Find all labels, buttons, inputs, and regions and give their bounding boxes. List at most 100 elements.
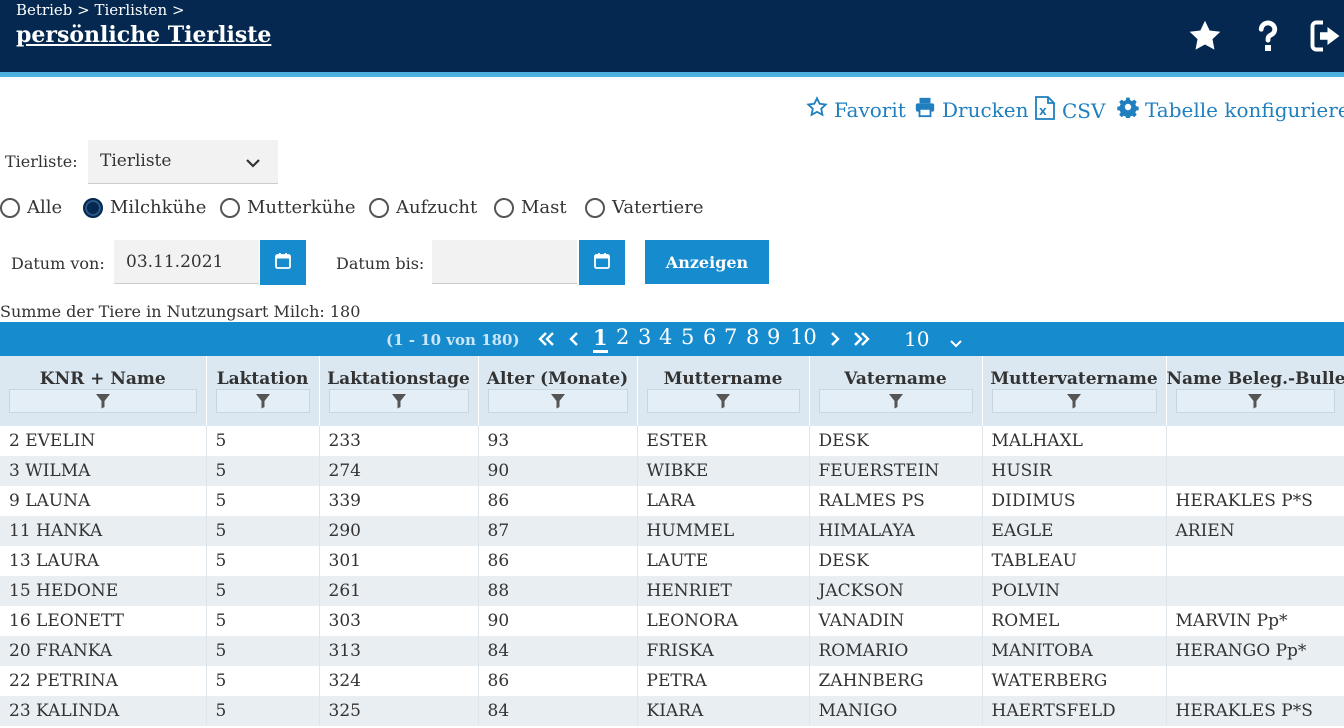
table-row[interactable]: 11 HANKA 5 290 87 HUMMEL HIMALAYA EAGLE ARIEN [0,516,1344,546]
column-header[interactable]: KNR + Name [0,356,207,426]
table-cell: 5 [206,696,320,726]
table-cell: 86 [478,666,638,696]
column-header-label[interactable]: Muttername [638,369,809,389]
column-header-label[interactable]: Name Beleg.-Bulle [1167,369,1344,389]
table-cell: MANIGO [809,696,983,726]
table-row[interactable]: 16 LEONETT 5 303 90 LEONORA VANADIN ROMEL MARVI… [0,606,1344,636]
table-cell: LEONORA [637,606,810,636]
table-row[interactable]: 9 LAUNA 5 339 86 LARA RALMES PS DIDIMUS HERAKLE… [0,486,1344,516]
column-filter[interactable] [1175,389,1335,413]
favorite-action[interactable]: Favorit [806,96,906,123]
radio-button[interactable] [585,197,605,218]
date-to-calendar-button[interactable] [579,240,625,285]
column-header[interactable]: Laktation [206,356,320,426]
page-9[interactable]: 9 [767,325,780,349]
radio-label: Milchkühe [110,197,207,218]
date-to-input[interactable] [432,240,577,284]
column-header[interactable]: Name Beleg.-Bulle [1166,356,1344,426]
column-filter[interactable] [991,389,1157,413]
column-filter[interactable] [487,389,628,413]
print-action[interactable]: Drucken [914,96,1029,123]
table-cell: 84 [478,636,638,666]
page-size-select[interactable]: 10 [904,327,929,351]
radio-button[interactable] [369,197,389,218]
column-header[interactable]: Muttervatername [982,356,1167,426]
column-filter[interactable] [646,389,800,413]
next-page-icon[interactable] [828,330,842,352]
table-cell: HERAKLES P*S [1166,696,1344,726]
page-3[interactable]: 3 [638,325,651,349]
table-cell: 5 [206,576,320,606]
table-cell: 90 [478,606,638,636]
table-cell: 325 [319,696,479,726]
star-icon[interactable] [1187,18,1223,54]
column-header-label[interactable]: Muttervatername [983,369,1166,389]
chevron-down-icon[interactable] [950,334,962,353]
radio-mutterkuehe[interactable]: Mutterkühe [220,197,356,218]
table-row[interactable]: 3 WILMA 5 274 90 WIBKE FEUERSTEIN HUSIR [0,456,1344,486]
column-filter[interactable] [328,389,469,413]
table-row[interactable]: 23 KALINDA 5 325 84 KIARA MANIGO HAERTSFELD HER… [0,696,1344,726]
column-header[interactable]: Alter (Monate) [478,356,638,426]
date-from-input[interactable]: 03.11.2021 [114,240,259,284]
date-from-calendar-button[interactable] [260,240,306,285]
radio-label: Alle [27,197,63,218]
table-row[interactable]: 15 HEDONE 5 261 88 HENRIET JACKSON POLVIN [0,576,1344,606]
radio-button[interactable] [220,197,240,218]
tierliste-select[interactable]: Tierliste [88,140,278,184]
page-2[interactable]: 2 [616,325,629,349]
page-4[interactable]: 4 [659,325,672,349]
column-header-label[interactable]: Alter (Monate) [479,369,637,389]
radio-vatertiere[interactable]: Vatertiere [585,197,703,218]
filter-icon [1067,394,1081,409]
tierliste-select-value: Tierliste [100,151,172,171]
page-7[interactable]: 7 [724,325,737,349]
page-8[interactable]: 8 [746,325,759,349]
last-page-icon[interactable] [852,330,872,352]
question-icon[interactable] [1250,18,1286,54]
previous-page-icon[interactable] [567,330,581,352]
table-cell: 5 [206,456,320,486]
column-filter[interactable] [215,389,310,413]
table-cell: LAUTE [637,546,810,576]
column-header[interactable]: Laktationstage [319,356,479,426]
page-title[interactable]: persönliche Tierliste [16,22,271,48]
radio-mast[interactable]: Mast [494,197,567,218]
csv-action[interactable]: X CSV [1034,96,1105,125]
radio-milchkuehe[interactable]: Milchkühe [83,197,206,218]
column-header-label[interactable]: Laktationstage [320,369,478,389]
table-row[interactable]: 13 LAURA 5 301 86 LAUTE DESK TABLEAU [0,546,1344,576]
filter-icon [716,394,730,409]
column-header[interactable]: Muttername [637,356,810,426]
column-header-label[interactable]: KNR + Name [0,369,206,389]
page-10[interactable]: 10 [790,325,817,349]
column-header-label[interactable]: Laktation [207,369,319,389]
page-1[interactable]: 1 [593,325,608,353]
pager-range: (1 - 10 von 180) [386,331,520,349]
radio-button[interactable] [0,197,20,218]
show-button[interactable]: Anzeigen [645,240,769,284]
radio-button[interactable] [494,197,514,218]
table-cell: 290 [319,516,479,546]
calendar-icon [593,252,611,274]
column-filter[interactable] [818,389,973,413]
table-row[interactable]: 20 FRANKA 5 313 84 FRISKA ROMARIO MANITOBA HERA… [0,636,1344,666]
page-6[interactable]: 6 [703,325,716,349]
breadcrumb[interactable]: Betrieb > Tierlisten > [16,1,185,19]
favorite-label: Favorit [834,97,906,122]
table-cell [1166,576,1344,606]
table-cell: 84 [478,696,638,726]
radio-alle[interactable]: Alle [0,197,62,218]
logout-icon[interactable] [1308,18,1344,54]
radio-aufzucht[interactable]: Aufzucht [369,197,477,218]
column-header[interactable]: Vatername [809,356,983,426]
radio-button-selected[interactable] [83,197,103,218]
table-cell: 90 [478,456,638,486]
page-5[interactable]: 5 [681,325,694,349]
table-row[interactable]: 22 PETRINA 5 324 86 PETRA ZAHNBERG WATERBERG [0,666,1344,696]
first-page-icon[interactable] [537,330,555,352]
table-row[interactable]: 2 EVELIN 5 233 93 ESTER DESK MALHAXL [0,426,1344,456]
configure-table-action[interactable]: Tabelle konfigurieren [1117,96,1344,123]
column-filter[interactable] [9,389,197,413]
column-header-label[interactable]: Vatername [810,369,982,389]
